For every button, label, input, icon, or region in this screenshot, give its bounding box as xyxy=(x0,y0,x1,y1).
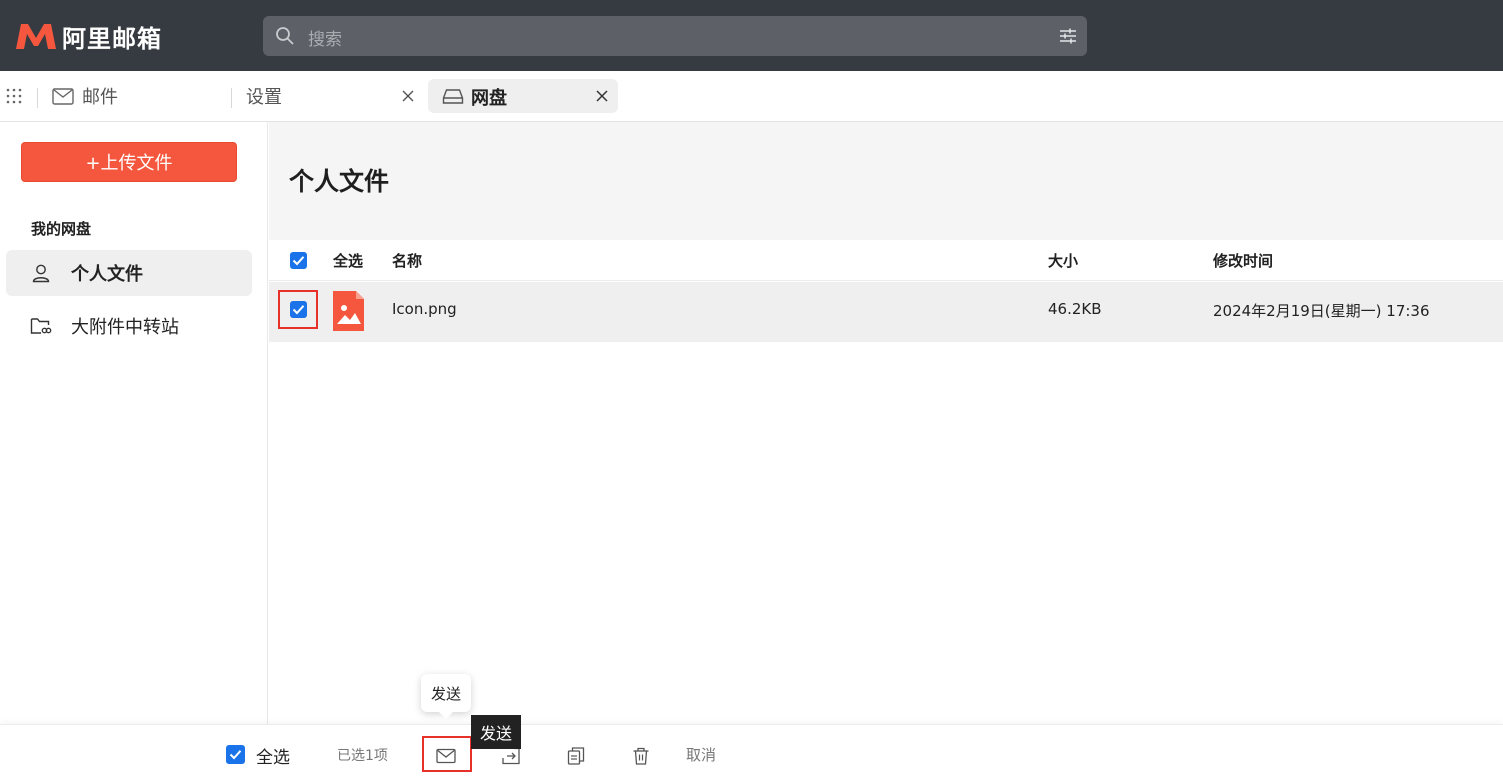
trash-icon[interactable] xyxy=(631,746,651,766)
bottom-select-all-label[interactable]: 全选 xyxy=(256,743,290,768)
section-title: 我的网盘 xyxy=(31,220,92,238)
drive-icon xyxy=(442,88,464,109)
table-header: 全选 名称 大小 修改时间 xyxy=(269,240,1503,281)
column-size[interactable]: 大小 xyxy=(1048,250,1078,271)
page-title: 个人文件 xyxy=(289,167,390,196)
file-name[interactable]: Icon.png xyxy=(392,300,457,318)
sidebar-item-label: 大附件中转站 xyxy=(71,317,179,338)
tab-bar: 邮件 设置 网盘 xyxy=(0,71,1503,122)
search-icon xyxy=(275,26,295,50)
tab-mail-label: 邮件 xyxy=(82,87,118,108)
cancel-button[interactable]: 取消 xyxy=(686,744,716,765)
column-name[interactable]: 名称 xyxy=(392,250,422,271)
tab-drive[interactable]: 网盘 xyxy=(428,79,618,113)
bottom-select-all-checkbox[interactable] xyxy=(226,745,245,764)
sidebar: +上传文件 我的网盘 个人文件 大附件中转站 xyxy=(0,122,268,724)
sidebar-item-large-attachments[interactable]: 大附件中转站 xyxy=(6,303,252,349)
logo-text: 阿里邮箱 xyxy=(62,24,162,53)
tab-drive-label: 网盘 xyxy=(471,88,507,109)
app-logo[interactable]: 阿里邮箱 xyxy=(14,20,162,53)
send-tooltip-dark: 发送 xyxy=(471,715,521,749)
selected-count: 已选1项 xyxy=(337,748,388,764)
select-all-checkbox[interactable] xyxy=(290,252,307,269)
close-icon[interactable] xyxy=(593,87,611,105)
page-header: 个人文件 xyxy=(269,122,1503,240)
move-icon[interactable] xyxy=(501,746,521,766)
tab-mail[interactable]: 邮件 xyxy=(52,84,118,108)
table-row[interactable]: Icon.png 46.2KB 2024年2月19日(星期一) 17:36 xyxy=(269,282,1503,342)
top-bar: 阿里邮箱 搜索 xyxy=(0,0,1503,71)
bottom-action-bar: 全选 已选1项 取消 xyxy=(0,724,1503,782)
row-checkbox[interactable] xyxy=(290,301,307,318)
tab-divider xyxy=(37,88,38,108)
main-content: 个人文件 全选 名称 大小 修改时间 Icon.png 46.2KB 2024年… xyxy=(269,122,1503,724)
search-input[interactable]: 搜索 xyxy=(308,25,342,50)
file-size: 46.2KB xyxy=(1048,300,1102,318)
tab-divider xyxy=(231,88,232,108)
select-all-label[interactable]: 全选 xyxy=(333,250,363,271)
file-modified: 2024年2月19日(星期一) 17:36 xyxy=(1213,302,1430,320)
copy-icon[interactable] xyxy=(566,746,586,766)
tab-settings[interactable]: 设置 xyxy=(246,84,282,108)
column-modified[interactable]: 修改时间 xyxy=(1213,250,1273,271)
sidebar-item-label: 个人文件 xyxy=(71,264,143,285)
image-file-icon xyxy=(333,291,364,335)
apps-grid-icon[interactable] xyxy=(6,88,22,108)
sidebar-item-personal-files[interactable]: 个人文件 xyxy=(6,250,252,296)
logo-m-icon xyxy=(16,24,56,49)
tab-settings-label: 设置 xyxy=(246,87,282,108)
mail-icon xyxy=(52,87,74,105)
send-mail-icon[interactable] xyxy=(436,746,456,766)
user-icon xyxy=(30,262,52,284)
folder-link-icon xyxy=(30,315,52,337)
send-tooltip: 发送 xyxy=(421,674,471,719)
filter-settings-icon[interactable] xyxy=(1059,27,1077,49)
search-bar[interactable]: 搜索 xyxy=(263,16,1087,56)
upload-file-button[interactable]: +上传文件 xyxy=(21,142,237,182)
close-icon[interactable] xyxy=(399,87,417,105)
